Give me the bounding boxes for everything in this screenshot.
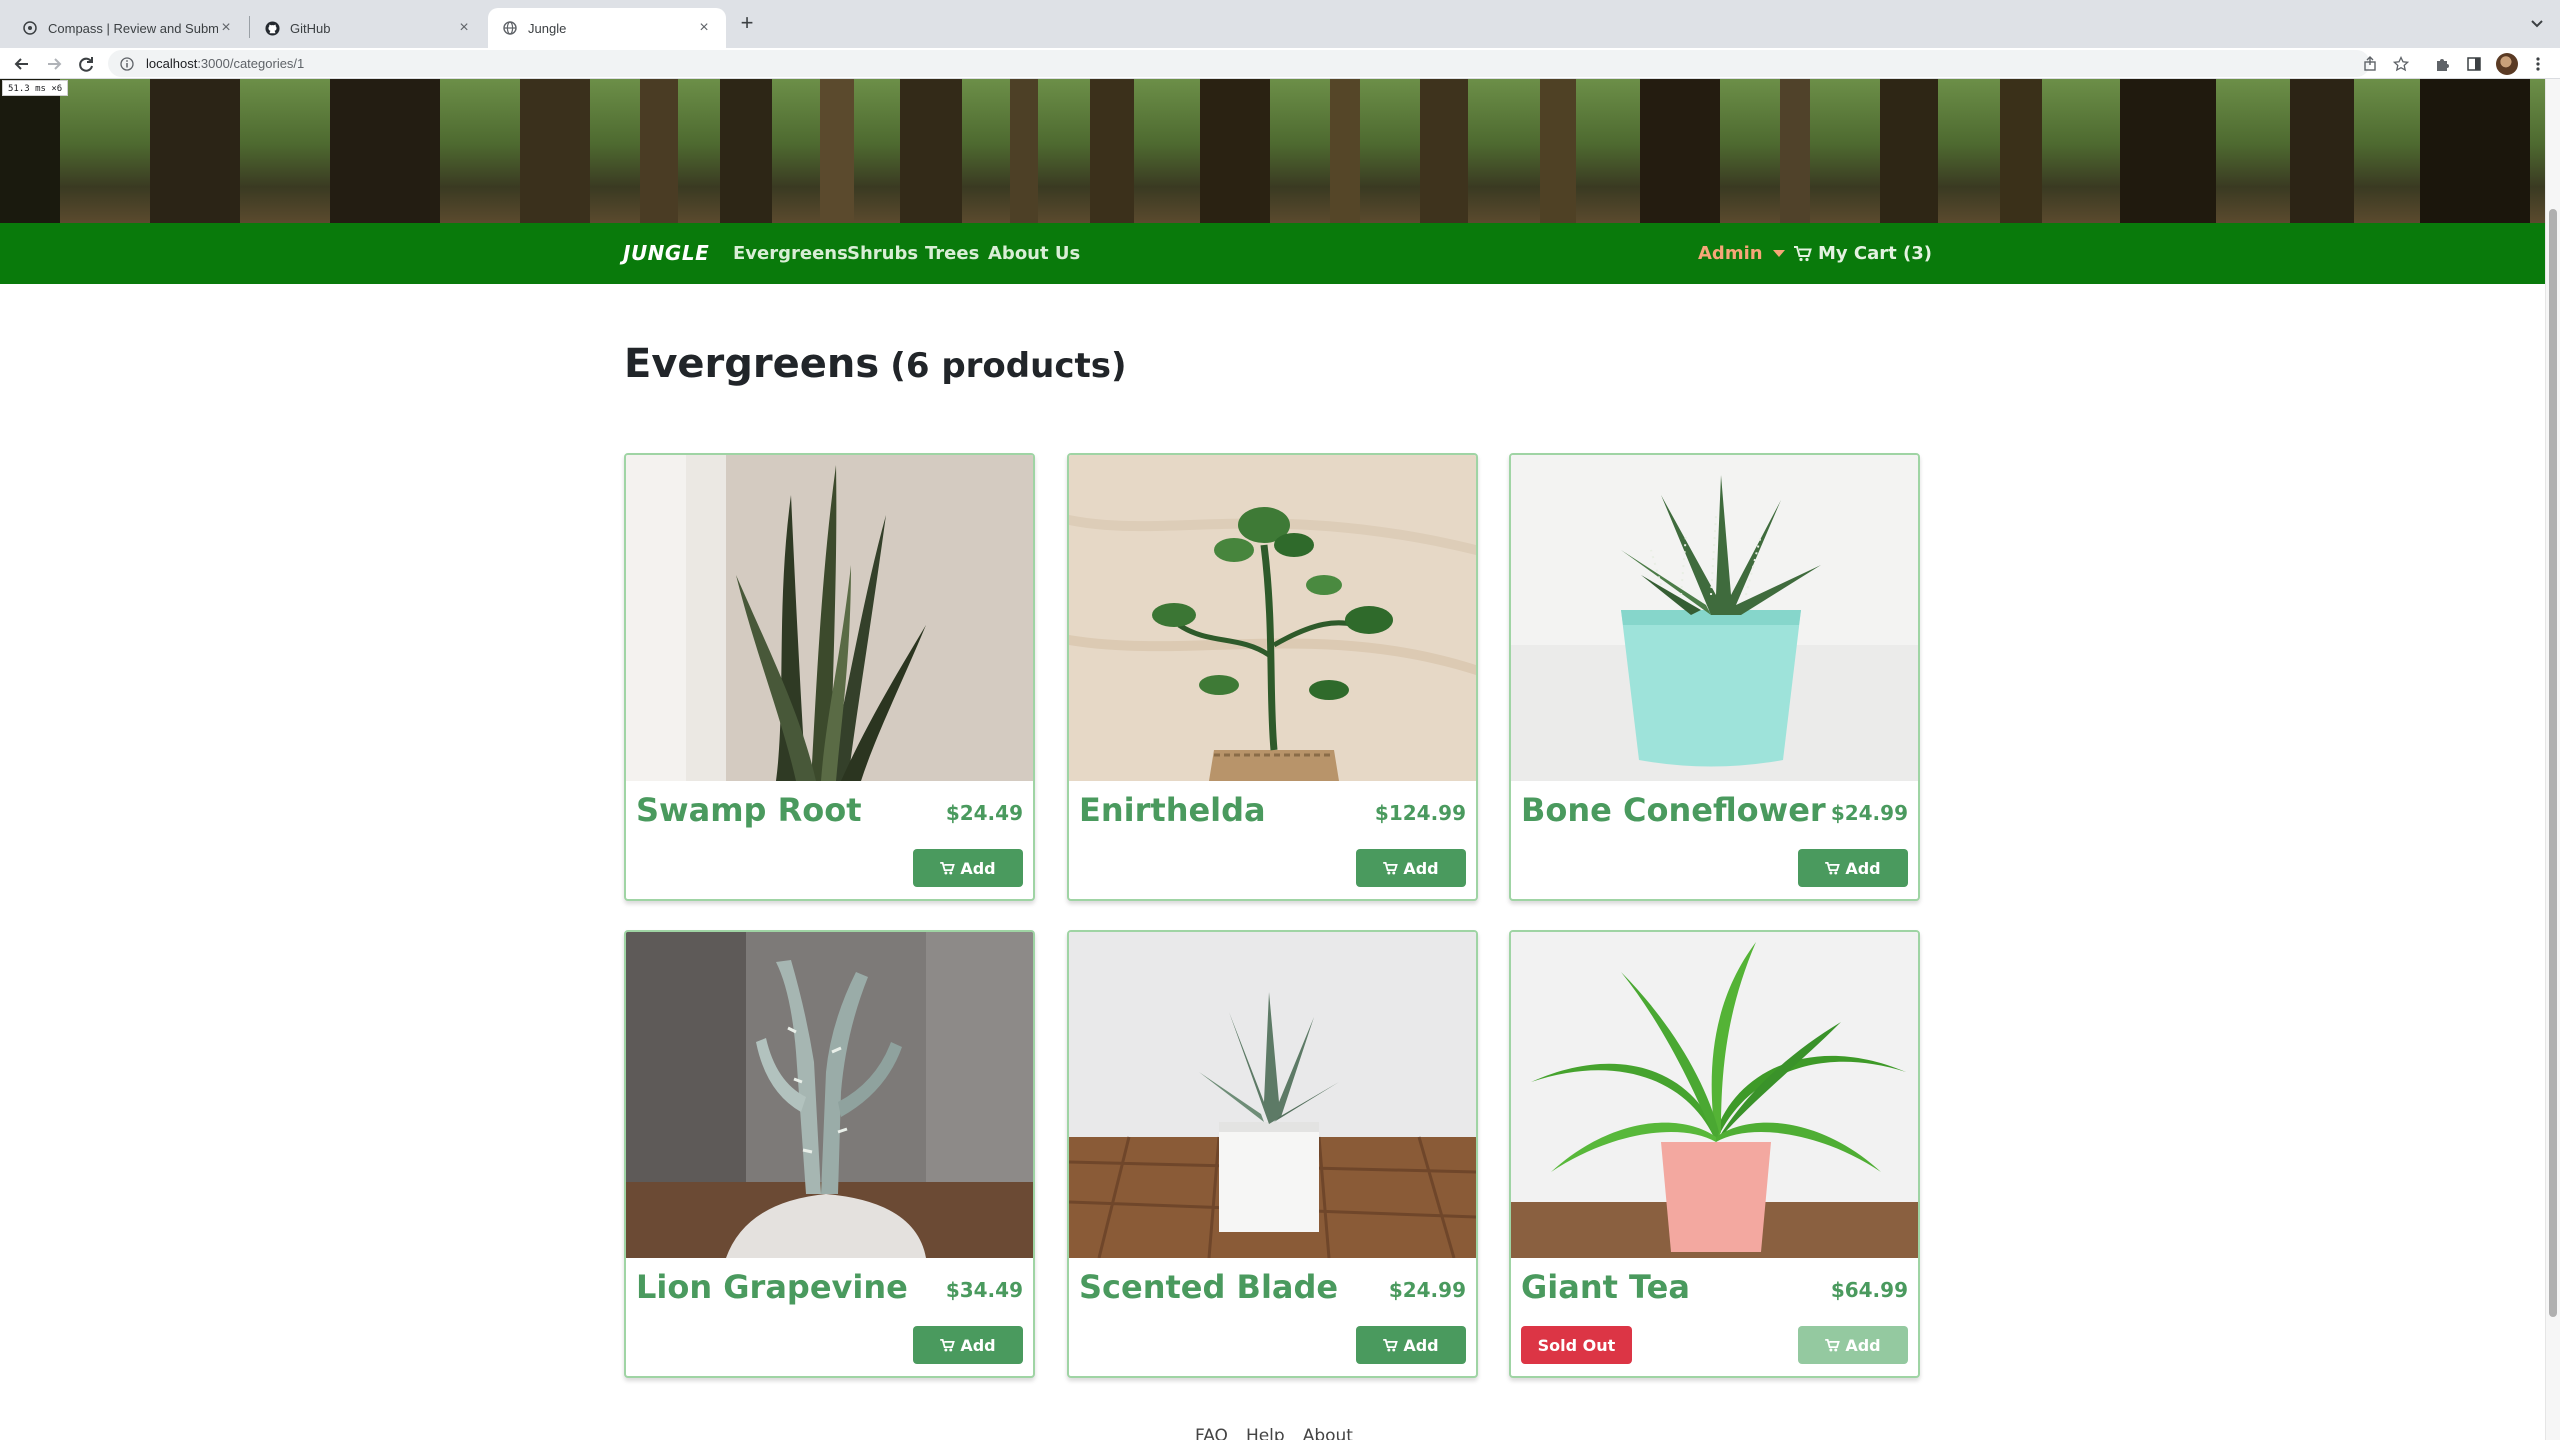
product-image-snake-plant[interactable]: [626, 455, 1033, 781]
product-image-euphorbia[interactable]: [626, 932, 1033, 1258]
product-name[interactable]: Lion Grapevine: [636, 1268, 908, 1306]
footer-link-faq[interactable]: FAQ: [1195, 1426, 1228, 1440]
product-price: $24.49: [945, 801, 1023, 825]
info-icon[interactable]: [120, 56, 134, 71]
close-icon[interactable]: ×: [696, 20, 712, 36]
back-arrow-icon[interactable]: [12, 54, 32, 74]
side-panel-icon[interactable]: [2464, 54, 2484, 74]
product-price: $64.99: [1830, 1278, 1908, 1302]
add-label: Add: [960, 1335, 996, 1355]
browser-tab-github[interactable]: GitHub ×: [250, 8, 486, 48]
product-image-bird-nest-fern[interactable]: [1511, 932, 1918, 1258]
page-title: Evergreens (6 products): [624, 341, 1127, 387]
add-to-cart-button[interactable]: Add: [1798, 849, 1908, 887]
chevron-down-icon[interactable]: [2528, 14, 2546, 32]
product-name[interactable]: Scented Blade: [1079, 1268, 1338, 1306]
product-image-jade-plant[interactable]: [1069, 455, 1476, 781]
tab-title: GitHub: [290, 20, 331, 36]
tab-title: Jungle: [528, 20, 567, 36]
browser-tab-compass[interactable]: Compass | Review and Submit ×: [8, 8, 248, 48]
cart-icon: [1383, 861, 1399, 874]
add-to-cart-button[interactable]: Add: [913, 1326, 1023, 1364]
tab-title: Compass | Review and Submit: [48, 20, 218, 36]
product-card: Giant Tea $64.99 Sold Out Add: [1509, 930, 1920, 1378]
cart-icon: [1794, 245, 1812, 261]
product-count: (6 products): [890, 346, 1127, 386]
add-to-cart-button[interactable]: Add: [1356, 849, 1466, 887]
star-icon[interactable]: [2391, 54, 2411, 74]
add-label: Add: [1403, 858, 1439, 878]
nav-link-trees[interactable]: Trees: [925, 243, 979, 264]
new-tab-button[interactable]: +: [736, 12, 758, 35]
add-label: Add: [1845, 858, 1881, 878]
extensions-puzzle-icon[interactable]: [2432, 54, 2452, 74]
product-price: $24.99: [1388, 1278, 1466, 1302]
product-card: Lion Grapevine $34.49 Add: [624, 930, 1035, 1378]
browser-tab-strip: Compass | Review and Submit × GitHub × J…: [0, 0, 2560, 48]
cart-icon: [1825, 1338, 1841, 1351]
footer-link-help[interactable]: Help: [1246, 1426, 1285, 1440]
cart-icon: [940, 1338, 956, 1351]
product-name[interactable]: Enirthelda: [1079, 791, 1266, 829]
cart-icon: [940, 861, 956, 874]
add-to-cart-button-disabled[interactable]: Add: [1798, 1326, 1908, 1364]
product-price: $24.99: [1830, 801, 1908, 825]
admin-label: Admin: [1698, 243, 1763, 264]
product-price: $124.99: [1374, 801, 1466, 825]
close-icon[interactable]: ×: [218, 20, 234, 36]
add-to-cart-button[interactable]: Add: [913, 849, 1023, 887]
cart-icon: [1383, 1338, 1399, 1351]
address-bar[interactable]: localhost:3000/categories/1: [108, 50, 2370, 77]
product-price: $34.49: [945, 1278, 1023, 1302]
profile-avatar[interactable]: [2496, 53, 2518, 75]
product-card: Swamp Root $24.49 Add: [624, 453, 1035, 901]
nav-link-shrubs[interactable]: Shrubs: [847, 243, 918, 264]
product-card: Scented Blade $24.99 Add: [1067, 930, 1478, 1378]
forward-arrow-icon[interactable]: [44, 54, 64, 74]
cart-label: My Cart (3): [1818, 243, 1932, 264]
add-label: Add: [960, 858, 996, 878]
cart-icon: [1825, 861, 1841, 874]
site-navbar: JUNGLE Evergreens Shrubs Trees About Us …: [0, 223, 2545, 284]
scrollbar-thumb[interactable]: [2549, 209, 2557, 1317]
globe-icon: [502, 20, 518, 36]
share-icon[interactable]: [2360, 54, 2380, 74]
product-image-haworthia[interactable]: [1511, 455, 1918, 781]
product-name[interactable]: Bone Coneflower: [1521, 791, 1826, 829]
my-cart-link[interactable]: My Cart (3): [1794, 243, 1932, 264]
close-icon[interactable]: ×: [456, 20, 472, 36]
add-label: Add: [1403, 1335, 1439, 1355]
url-path: :3000/categories/1: [197, 56, 305, 71]
footer-links: FAQ Help About: [1195, 1426, 1353, 1440]
page-viewport: JUNGLE Evergreens Shrubs Trees About Us …: [0, 79, 2545, 1440]
product-card: Bone Coneflower $24.99 Add: [1509, 453, 1920, 901]
url-host: localhost: [146, 56, 198, 71]
compass-icon: [22, 20, 38, 36]
page-scrollbar[interactable]: [2545, 79, 2560, 1440]
nav-link-about-us[interactable]: About Us: [988, 243, 1080, 264]
sold-out-badge: Sold Out: [1521, 1326, 1632, 1364]
forest-banner-image: [0, 79, 2545, 223]
caret-down-icon: [1772, 250, 1785, 257]
add-to-cart-button[interactable]: Add: [1356, 1326, 1466, 1364]
product-card: Enirthelda $124.99 Add: [1067, 453, 1478, 901]
perf-badge: 51.3 ms ×6: [2, 80, 69, 96]
product-name[interactable]: Swamp Root: [636, 791, 862, 829]
add-label: Add: [1845, 1335, 1881, 1355]
browser-toolbar: localhost:3000/categories/1: [0, 48, 2560, 79]
github-icon: [264, 20, 280, 36]
nav-link-evergreens[interactable]: Evergreens: [733, 243, 848, 264]
product-name[interactable]: Giant Tea: [1521, 1268, 1690, 1306]
reload-icon[interactable]: [76, 54, 96, 74]
kebab-menu-icon[interactable]: [2528, 54, 2548, 74]
brand-logo[interactable]: JUNGLE: [623, 241, 709, 265]
browser-tab-jungle[interactable]: Jungle ×: [488, 8, 726, 48]
admin-dropdown[interactable]: Admin: [1698, 243, 1785, 264]
category-title: Evergreens: [624, 341, 880, 387]
product-image-succulent-cube-pot[interactable]: [1069, 932, 1476, 1258]
footer-link-about[interactable]: About: [1303, 1426, 1353, 1440]
